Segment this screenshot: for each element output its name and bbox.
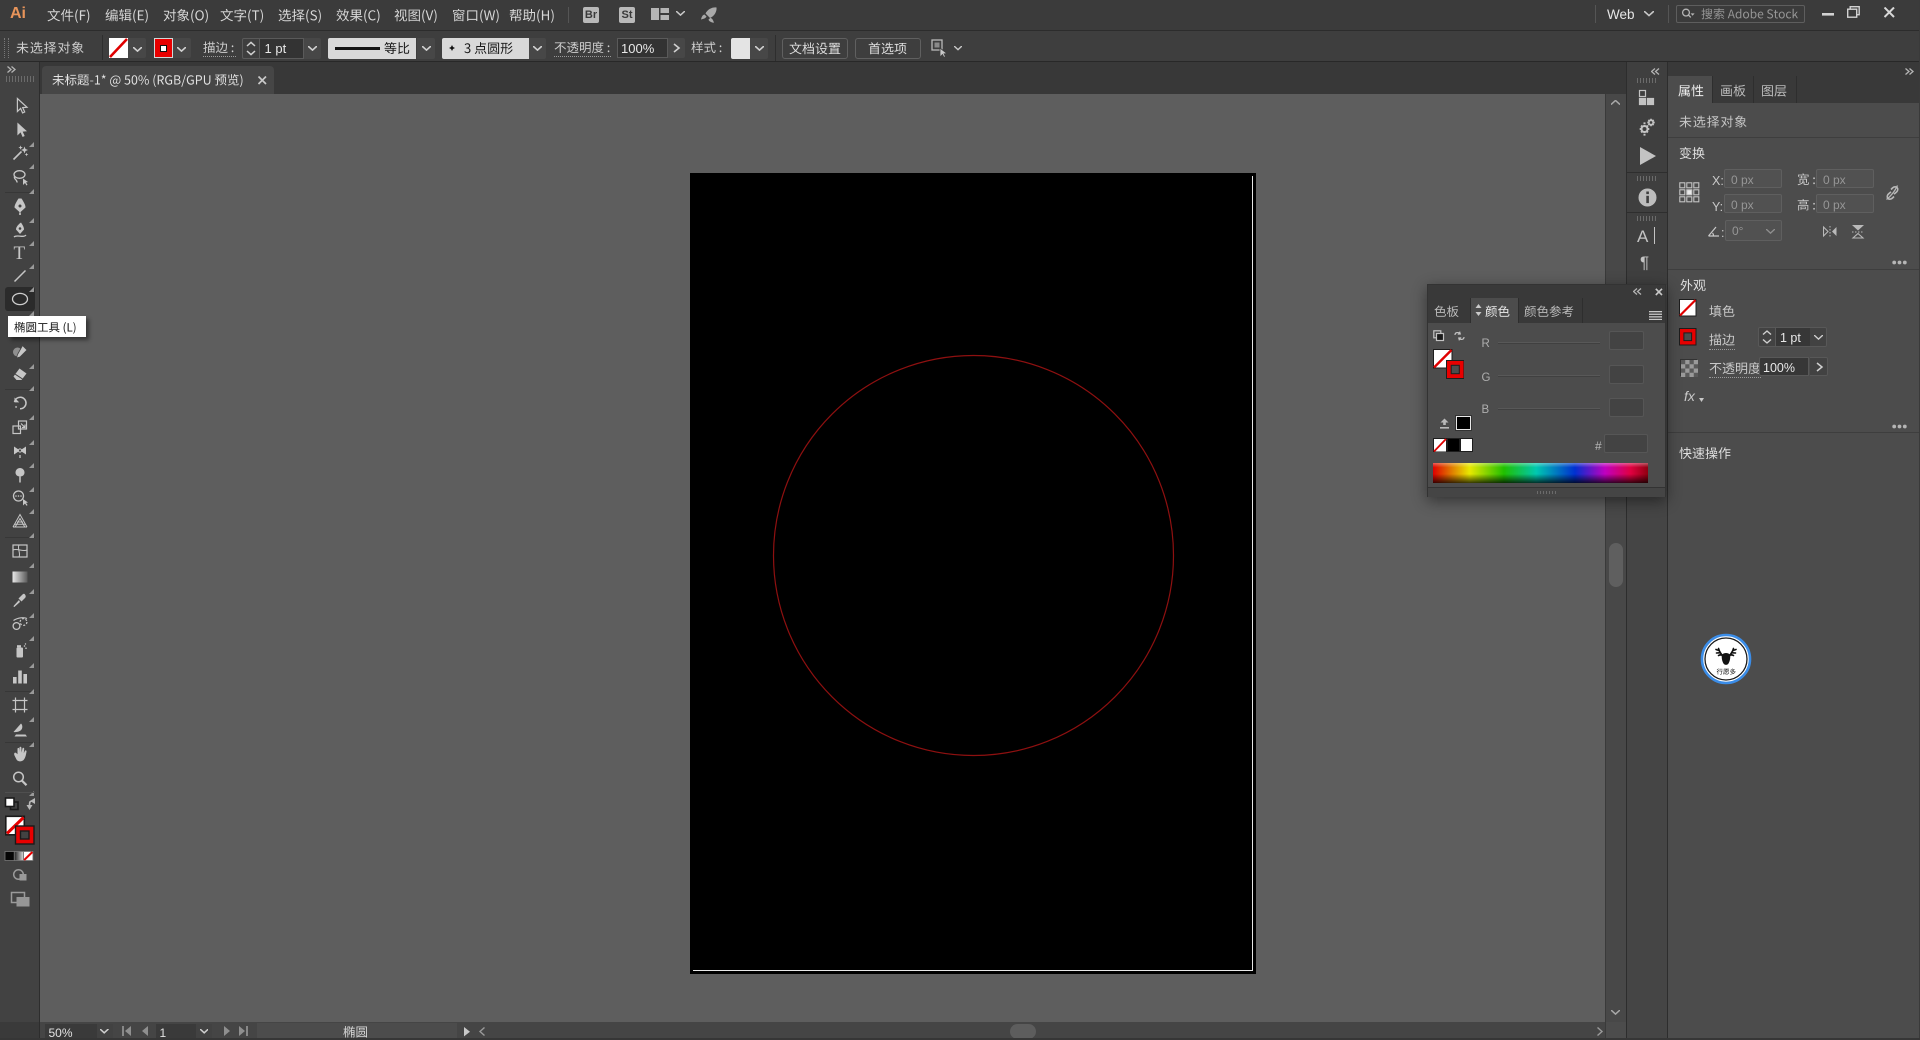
- svg-text:T: T: [14, 243, 26, 264]
